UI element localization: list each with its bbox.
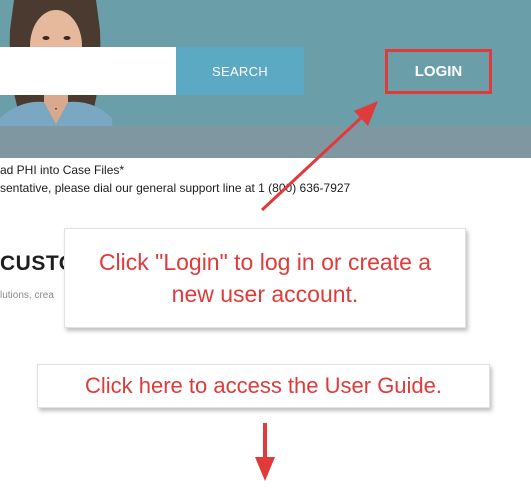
header-hero: SEARCH LOGIN	[0, 0, 531, 158]
login-button[interactable]: LOGIN	[385, 49, 492, 94]
hero-band	[0, 126, 531, 158]
down-arrowhead-icon	[255, 457, 275, 481]
section-subtext: lutions, crea	[0, 290, 54, 301]
phi-notice: ad PHI into Case Files*	[0, 163, 125, 177]
search-input[interactable]	[0, 47, 176, 95]
login-callout: Click "Login" to log in or create a new …	[64, 228, 466, 328]
search-button[interactable]: SEARCH	[176, 47, 304, 95]
user-guide-callout: Click here to access the User Guide.	[37, 364, 490, 408]
support-line-notice: sentative, please dial our general suppo…	[0, 181, 351, 195]
